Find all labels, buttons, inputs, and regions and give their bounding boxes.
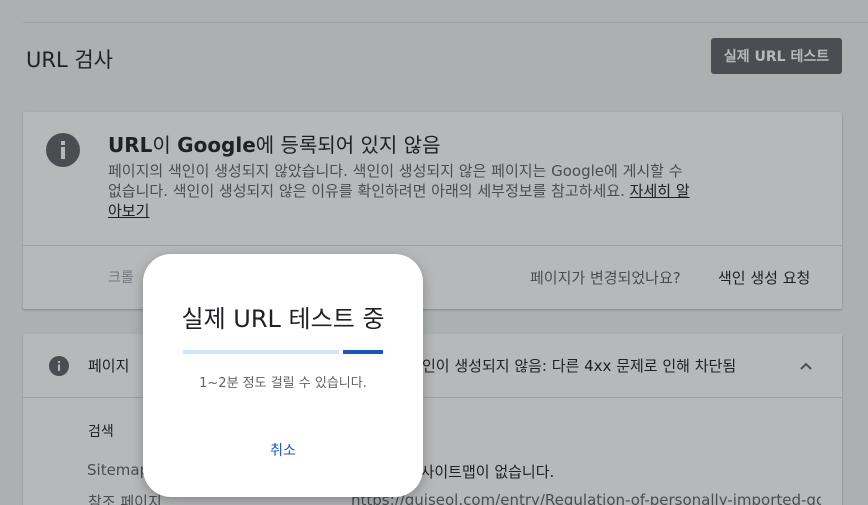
live-test-dialog: 실제 URL 테스트 중 1~2분 정도 걸릴 수 있습니다. 취소: [143, 254, 423, 497]
modal-scrim: [0, 0, 868, 505]
dialog-title: 실제 URL 테스트 중: [181, 305, 385, 333]
dialog-message: 1~2분 정도 걸릴 수 있습니다.: [199, 376, 367, 391]
cancel-button[interactable]: 취소: [251, 436, 315, 464]
url-inspection-page: URL 검사 실제 URL 테스트 URL이 Google에 등록되어 있지 않…: [0, 0, 868, 505]
progress-indicator: [343, 350, 383, 354]
progress-bar: [183, 350, 383, 354]
